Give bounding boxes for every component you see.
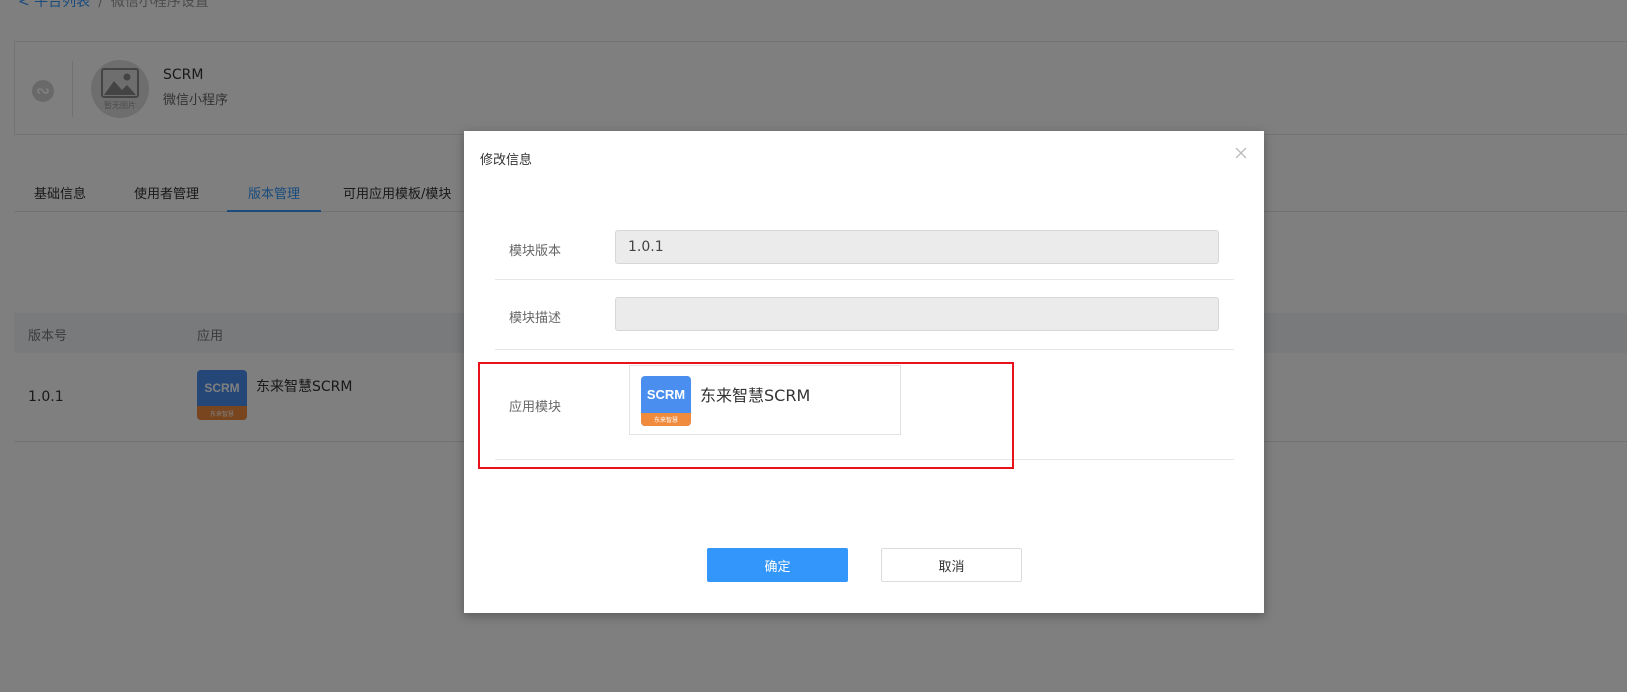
highlight-annotation-box <box>478 362 1014 469</box>
cancel-button[interactable]: 取消 <box>881 548 1022 582</box>
description-label: 模块描述 <box>509 311 562 326</box>
modal-title: 修改信息 <box>480 153 533 168</box>
description-input[interactable] <box>615 297 1219 331</box>
form-row-description: 模块描述 <box>495 280 1234 350</box>
version-input[interactable]: 1.0.1 <box>615 230 1219 264</box>
confirm-button[interactable]: 确定 <box>707 548 848 582</box>
close-icon[interactable] <box>1232 145 1250 163</box>
form-row-version: 模块版本 1.0.1 <box>495 216 1234 280</box>
version-label: 模块版本 <box>509 244 562 259</box>
